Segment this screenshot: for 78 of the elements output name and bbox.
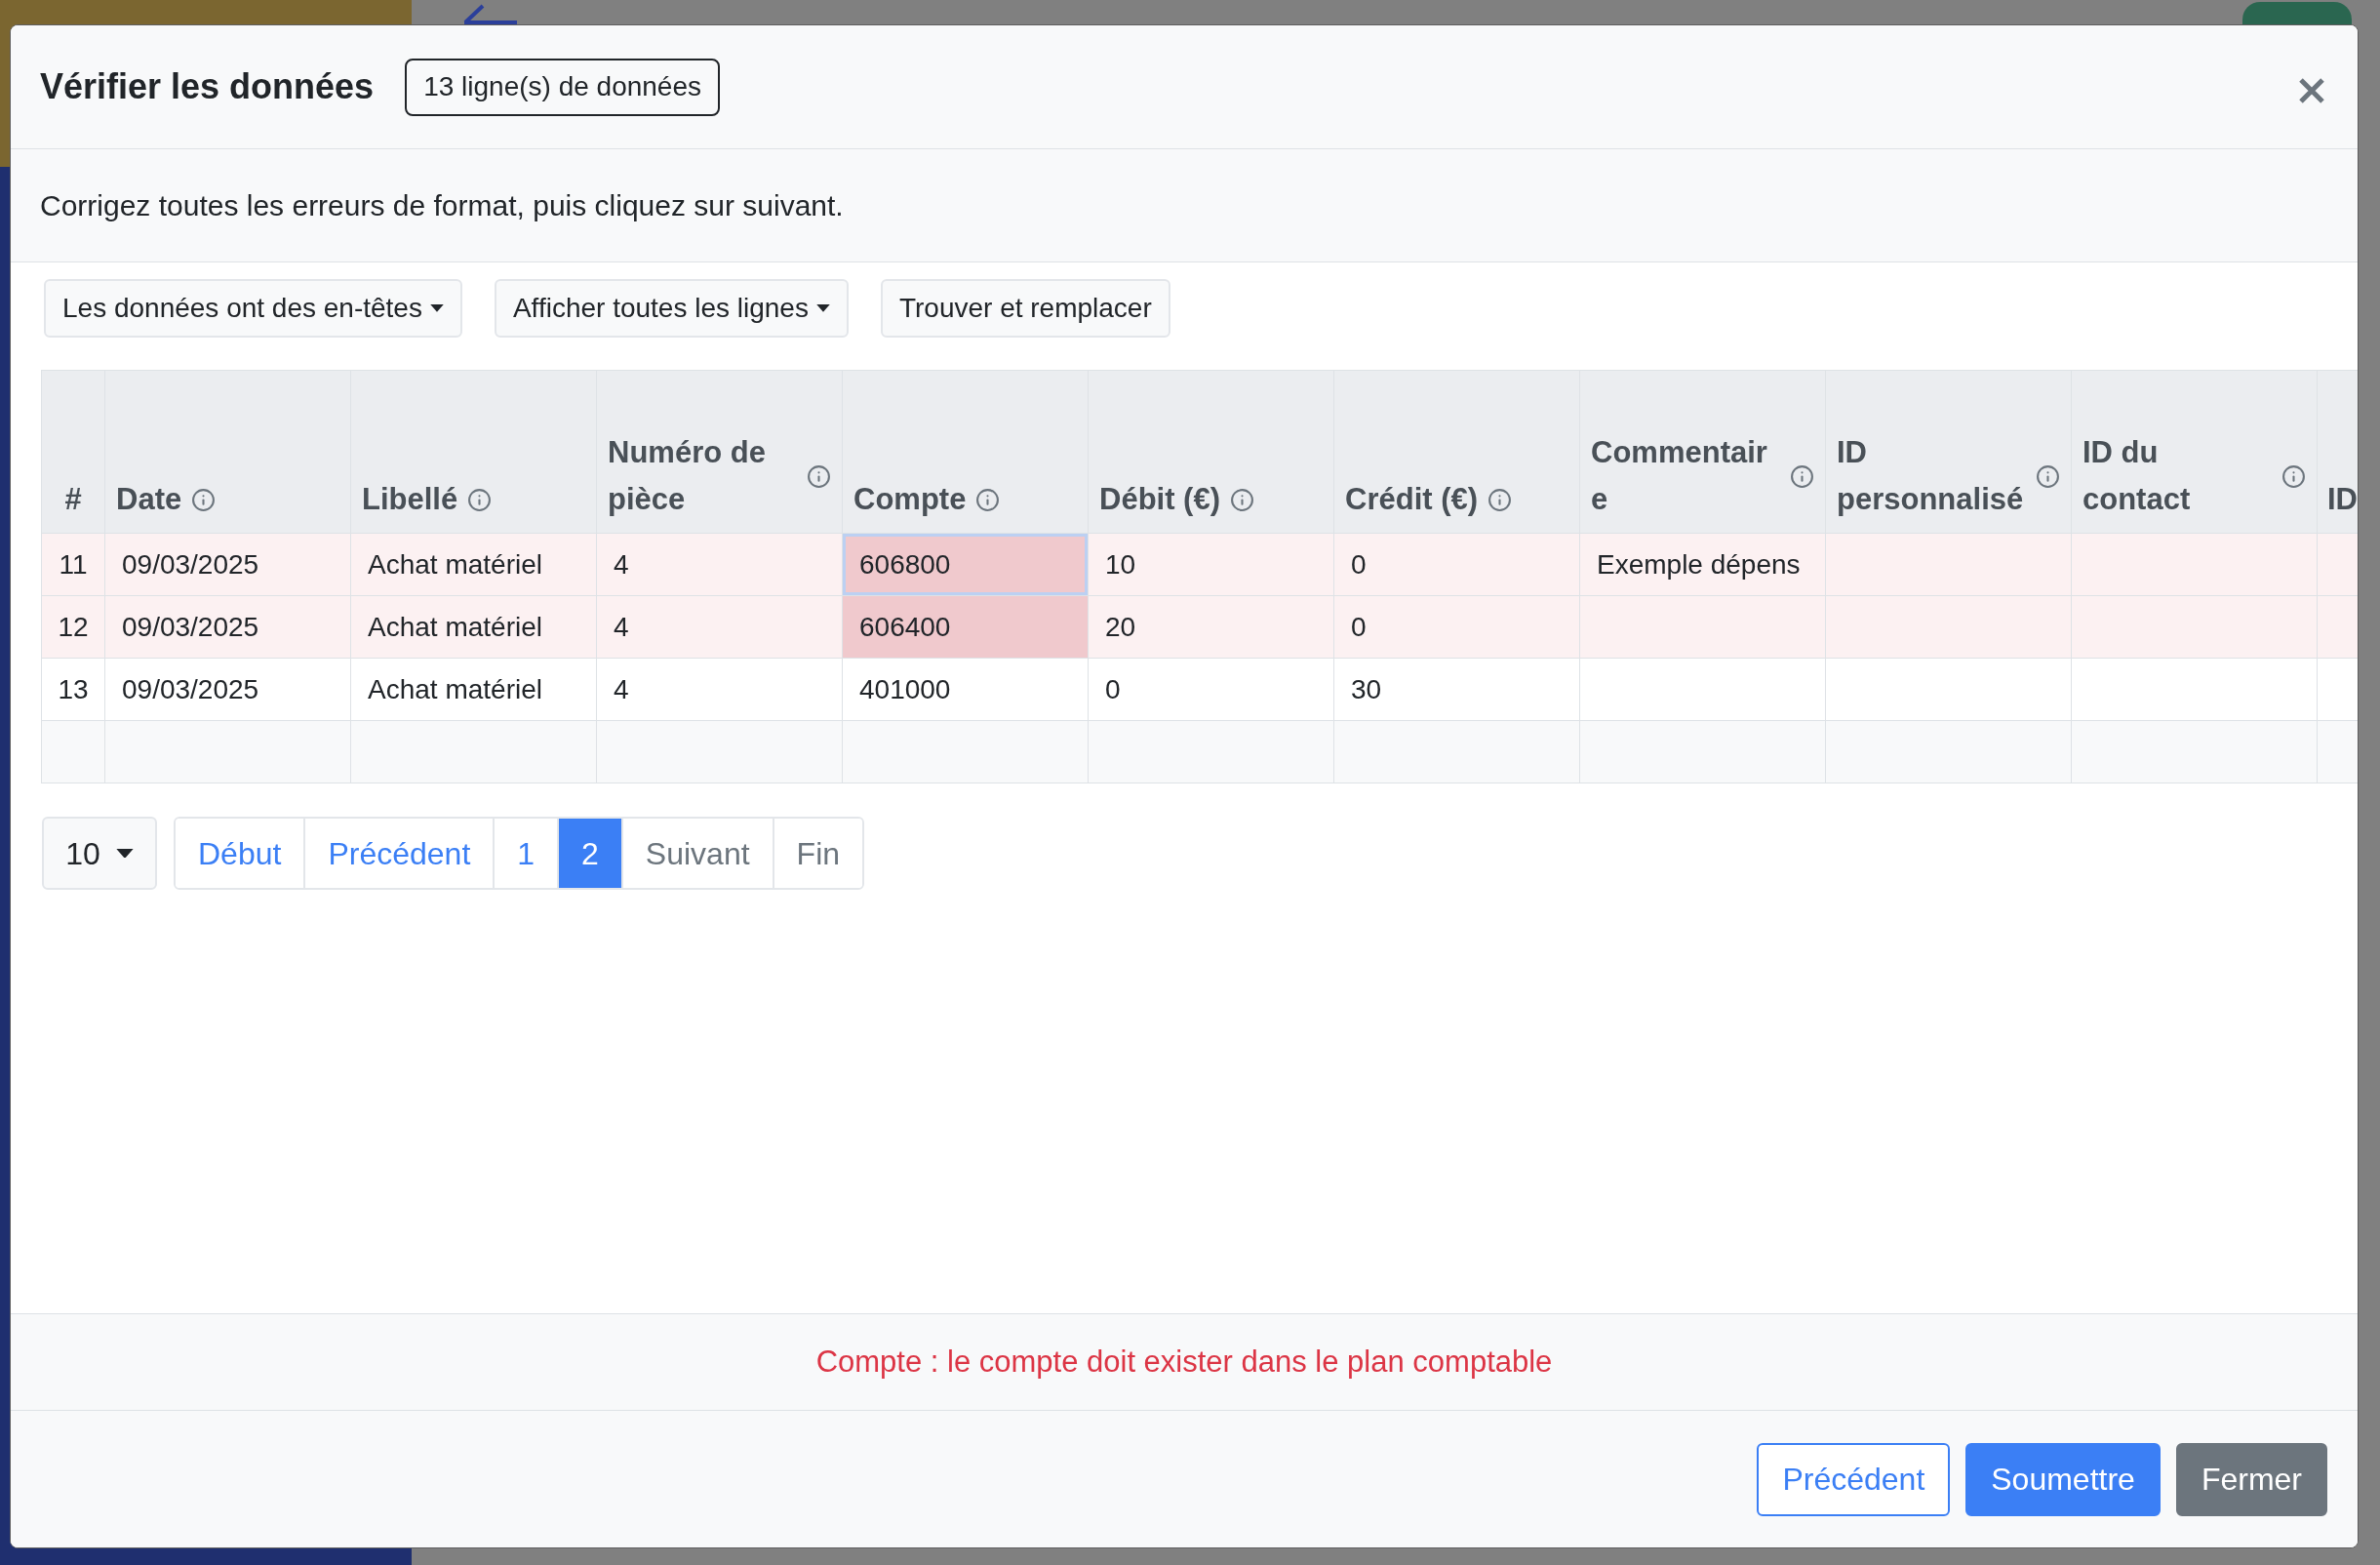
table-cell[interactable]: 401000 [842, 658, 1089, 721]
table-cell[interactable] [104, 720, 351, 783]
table-cell[interactable] [1333, 720, 1580, 783]
info-icon[interactable] [1488, 487, 1513, 512]
page-size-select[interactable]: 10 [42, 817, 157, 890]
table-cell[interactable] [1825, 720, 2072, 783]
caret-icon [115, 848, 134, 859]
table-cell[interactable]: 10 [1088, 533, 1334, 596]
table-cell[interactable] [2071, 720, 2318, 783]
table-cell[interactable]: 09/03/2025 [104, 595, 351, 659]
footer-button[interactable]: Fermer [2175, 1442, 2327, 1516]
table-cell[interactable] [2071, 658, 2318, 721]
column-title: Débit (€) [1099, 481, 1220, 518]
table-cell[interactable] [1825, 595, 2072, 659]
close-icon [2298, 77, 2325, 104]
close-button[interactable] [2298, 77, 2325, 104]
page-link[interactable]: 2 [557, 819, 621, 888]
table-cell[interactable]: 0 [1088, 658, 1334, 721]
error-message: Compte : le compte doit exister dans le plan comptable [815, 1343, 1553, 1381]
table-cell[interactable]: Achat matériel [350, 533, 597, 596]
column-title: Commentaire [1591, 434, 1768, 518]
table-cell[interactable] [1579, 658, 1826, 721]
column-title: ID du contact [2082, 434, 2192, 518]
info-icon[interactable] [191, 487, 217, 512]
column-title: ID personnalisé [1837, 434, 2025, 518]
table-cell[interactable]: 606400 [842, 595, 1089, 659]
table-cell[interactable]: 09/03/2025 [104, 658, 351, 721]
caret-icon [815, 304, 830, 312]
info-icon[interactable] [2036, 463, 2060, 489]
table-cell[interactable] [1825, 658, 2072, 721]
table-cell[interactable] [842, 720, 1089, 783]
row-number: 13 [41, 658, 105, 721]
info-icon[interactable] [975, 487, 1001, 512]
info-icon[interactable] [1230, 487, 1254, 512]
dropdown-button[interactable]: Afficher toutes les lignes [494, 279, 849, 338]
column-title: Crédit (€) [1345, 481, 1479, 518]
column-title: Date [116, 481, 182, 518]
info-icon[interactable] [807, 463, 831, 489]
info-icon[interactable] [2281, 463, 2306, 489]
table-cell[interactable]: 0 [1333, 595, 1580, 659]
table-cell[interactable]: Exemple dépens [1579, 533, 1826, 596]
info-icon[interactable] [467, 487, 493, 512]
table-cell[interactable] [596, 720, 843, 783]
table-cell[interactable]: 09/03/2025 [104, 533, 351, 596]
table-cell[interactable]: Achat matériel [350, 595, 597, 659]
column-title: Compte [853, 481, 967, 518]
table-cell[interactable]: 4 [596, 595, 843, 659]
table-cell[interactable] [1088, 720, 1334, 783]
table-cell[interactable] [2071, 533, 2318, 596]
caret-icon [429, 304, 444, 312]
column-title: Numéro de pièce [608, 434, 767, 518]
toolbar-button[interactable]: Trouver et remplacer [880, 279, 1170, 338]
arrow-left-icon[interactable] [461, 4, 518, 25]
page-button[interactable] [2242, 2, 2352, 24]
column-title: Libellé [362, 481, 458, 518]
table-cell[interactable] [1825, 533, 2072, 596]
table-cell[interactable] [350, 720, 597, 783]
table-cell[interactable]: 4 [596, 533, 843, 596]
column-title: ID [2327, 481, 2358, 518]
table-cell[interactable] [1579, 595, 1826, 659]
table-cell[interactable]: Achat matériel [350, 658, 597, 721]
table-cell[interactable] [2071, 595, 2318, 659]
column-title: # [64, 481, 82, 518]
instructions-text: Corrigez toutes les erreurs de format, puis cliquez sur suivant. [40, 188, 844, 223]
row-number: 11 [41, 533, 105, 596]
row-number: 12 [41, 595, 105, 659]
table-cell[interactable]: 4 [596, 658, 843, 721]
table-cell[interactable]: 606800 [842, 533, 1089, 596]
dropdown-button[interactable]: Les données ont des en-têtes [44, 279, 462, 338]
table-cell[interactable]: 0 [1333, 533, 1580, 596]
row-count-badge: 13 ligne(s) de données [405, 58, 720, 116]
table-cell[interactable]: 20 [1088, 595, 1334, 659]
table-cell[interactable]: 30 [1333, 658, 1580, 721]
info-icon[interactable] [1790, 463, 1814, 489]
footer-button[interactable]: Soumettre [1965, 1442, 2161, 1516]
table-cell[interactable] [1579, 720, 1826, 783]
modal-title: Vérifier les données [40, 65, 375, 108]
footer-button[interactable]: Précédent [1757, 1442, 1951, 1516]
